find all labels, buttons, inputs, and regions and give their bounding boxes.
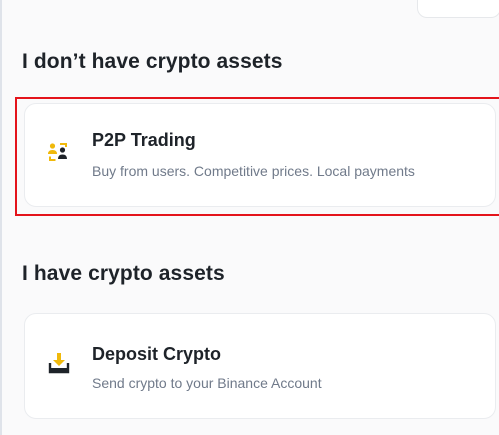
top-tab-edge — [417, 0, 499, 18]
section-title-have-assets: I have crypto assets — [22, 262, 225, 285]
deposit-crypto-description: Send crypto to your Binance Account — [92, 375, 322, 391]
buy-crypto-panel: I don’t have crypto assets P2P Trading B… — [0, 0, 499, 435]
p2p-trading-title: P2P Trading — [92, 130, 196, 150]
deposit-download-icon — [48, 352, 70, 379]
section-title-no-assets: I don’t have crypto assets — [22, 50, 283, 73]
deposit-crypto-card[interactable]: Deposit Crypto Send crypto to your Binan… — [24, 313, 496, 419]
deposit-crypto-title: Deposit Crypto — [92, 344, 222, 364]
p2p-users-icon — [47, 142, 69, 167]
p2p-trading-card[interactable]: P2P Trading Buy from users. Competitive … — [24, 103, 496, 207]
p2p-trading-description: Buy from users. Competitive prices. Loca… — [92, 163, 415, 179]
